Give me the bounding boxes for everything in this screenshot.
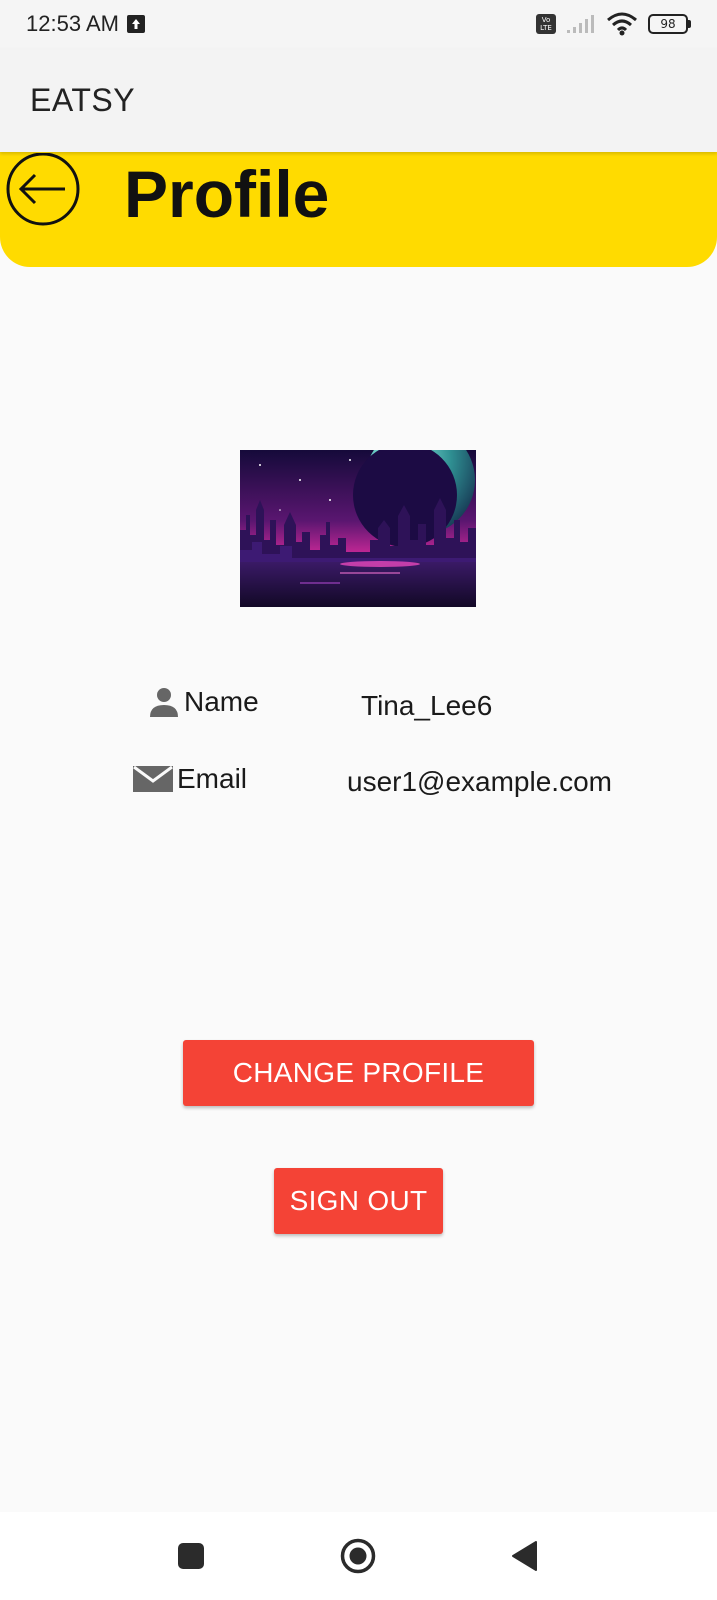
envelope-icon	[133, 766, 173, 792]
app-title: EATSY	[30, 81, 136, 118]
back-triangle-icon	[512, 1541, 537, 1571]
name-label: Name	[184, 686, 259, 717]
nav-back-button[interactable]	[510, 1540, 538, 1577]
battery-icon: 98	[648, 14, 691, 34]
email-row: Email	[133, 763, 247, 795]
status-left: 12:53 AM	[26, 11, 145, 37]
battery-level: 98	[648, 14, 688, 34]
upload-icon	[126, 15, 145, 33]
email-value-row: user1@example.com	[347, 766, 612, 798]
change-profile-button[interactable]: CHANGE PROFILE	[183, 1040, 534, 1106]
email-value: user1@example.com	[347, 766, 612, 797]
home-button[interactable]	[340, 1538, 376, 1579]
wifi-icon	[607, 12, 637, 36]
volte-bottom-label: LTE	[540, 24, 552, 32]
system-nav-bar	[0, 1512, 717, 1600]
status-time: 12:53 AM	[26, 11, 119, 36]
volte-icon: Vo LTE	[536, 14, 556, 34]
status-right: Vo LTE 98	[536, 12, 691, 36]
back-button[interactable]	[2, 152, 84, 234]
app-bar: EATSY	[0, 48, 717, 152]
signal-icon	[567, 15, 594, 33]
name-value-row: Tina_Lee6	[361, 690, 492, 722]
profile-header: Profile	[0, 152, 717, 267]
status-bar: 12:53 AM Vo LTE 98	[0, 0, 717, 48]
volte-top-label: Vo	[541, 16, 551, 24]
arrow-left-circle-icon	[6, 153, 80, 226]
name-row: Name	[148, 686, 259, 718]
page-title: Profile	[124, 157, 330, 231]
profile-avatar-image	[240, 450, 476, 607]
battery-tip	[688, 20, 691, 28]
home-circle-icon	[340, 1538, 376, 1574]
email-label: Email	[177, 763, 248, 794]
sign-out-button[interactable]: SIGN OUT	[274, 1168, 443, 1234]
name-value: Tina_Lee6	[361, 690, 493, 721]
recents-button[interactable]	[178, 1543, 204, 1569]
person-icon	[148, 686, 180, 718]
profile-screen: 12:53 AM Vo LTE 98 EATSY Profile Name Ti…	[0, 0, 717, 1600]
